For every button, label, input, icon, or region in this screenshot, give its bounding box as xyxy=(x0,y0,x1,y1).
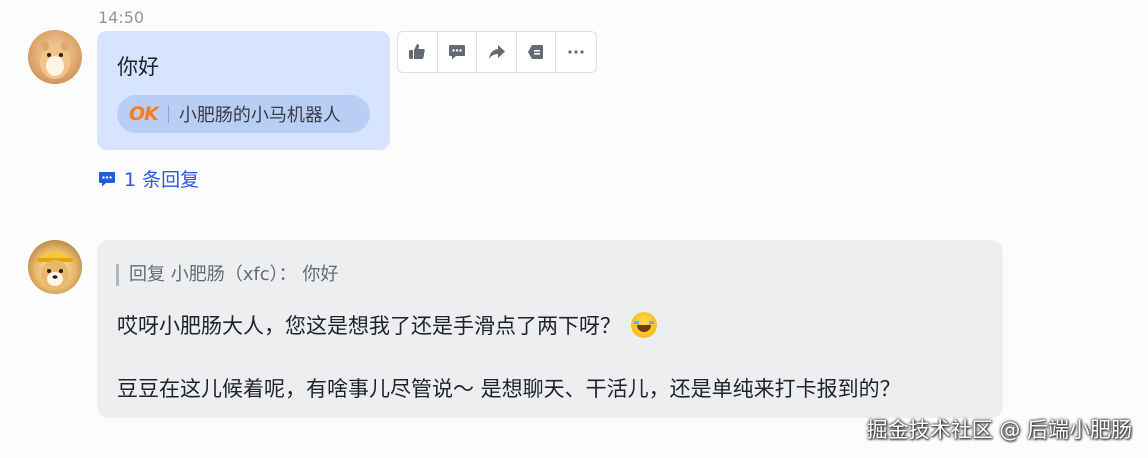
message-line-1: 哎呀小肥肠大人，您这是想我了还是手滑点了两下呀？ xyxy=(117,310,657,340)
pin-button[interactable] xyxy=(517,32,557,72)
user-avatar[interactable] xyxy=(28,30,82,84)
watermark: 掘金技术社区 @ 后端小肥肠 xyxy=(866,418,1132,442)
bot-message-bubble[interactable]: 回复 小肥肠（xfc）： 你好 哎呀小肥肠大人，您这是想我了还是手滑点了两下呀？… xyxy=(97,240,1003,418)
message-text: 你好 xyxy=(117,55,159,79)
like-button[interactable] xyxy=(398,32,438,72)
message-line-2: 豆豆在这儿候着呢，有啥事儿尽管说～ 是想聊天、干活儿，还是单纯来打卡报到的？ xyxy=(117,377,901,401)
reply-count-label: 1 条回复 xyxy=(124,169,200,191)
ok-logo-icon: OK xyxy=(129,103,159,125)
dog-avatar-image xyxy=(37,251,73,288)
bot-mention-chip[interactable]: OK 小肥肠的小马机器人 xyxy=(117,95,370,133)
bot-avatar[interactable] xyxy=(28,240,82,294)
reply-button[interactable] xyxy=(438,32,478,72)
laughing-tears-emoji-icon xyxy=(631,312,657,338)
chip-divider xyxy=(167,105,169,123)
forward-icon xyxy=(488,45,505,59)
message-line-1-text: 哎呀小肥肠大人，您这是想我了还是手滑点了两下呀？ xyxy=(117,314,621,338)
reply-quote: 回复 小肥肠（xfc）： 你好 xyxy=(116,264,338,286)
thread-replies-link[interactable]: 1 条回复 xyxy=(97,165,199,192)
sent-message-bubble[interactable]: 你好 OK 小肥肠的小马机器人 xyxy=(97,31,390,150)
hamster-avatar-image xyxy=(40,41,70,79)
message-timestamp: 14:50 xyxy=(98,8,145,27)
more-button[interactable] xyxy=(556,32,596,72)
forward-button[interactable] xyxy=(477,32,517,72)
bot-name-label: 小肥肠的小马机器人 xyxy=(178,105,341,126)
pin-icon xyxy=(528,45,544,59)
reply-bubble-icon xyxy=(99,171,115,186)
message-action-toolbar xyxy=(397,31,597,73)
thumbs-up-icon xyxy=(409,44,426,59)
comment-icon xyxy=(448,45,465,60)
more-icon xyxy=(568,50,584,54)
